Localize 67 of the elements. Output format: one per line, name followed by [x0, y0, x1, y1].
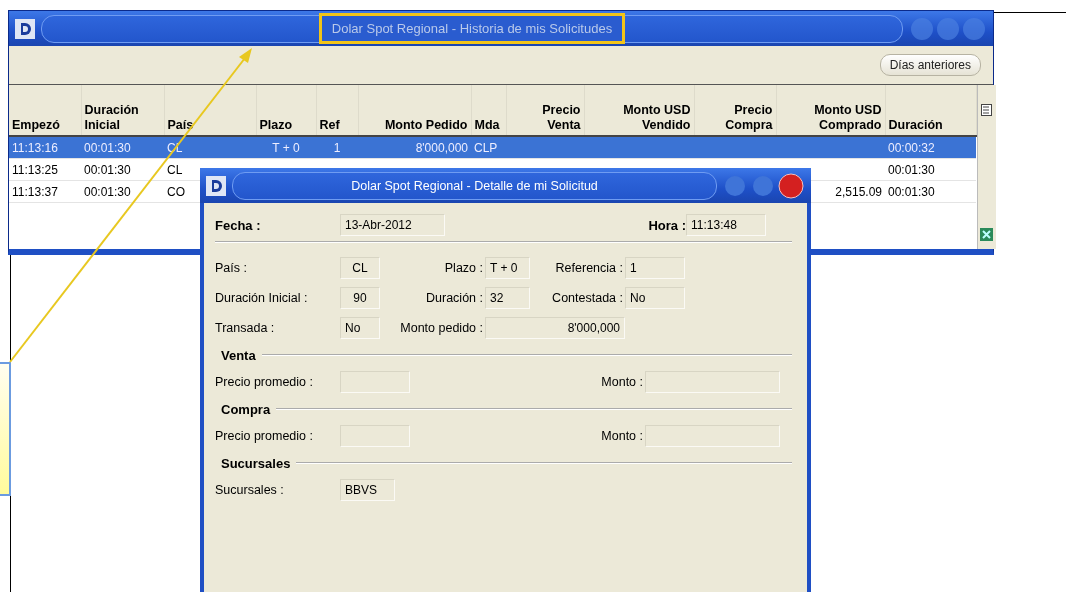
field-label: Monto pedido : — [399, 321, 484, 335]
value-field: 32 — [485, 287, 530, 309]
column-header[interactable]: Mda — [471, 85, 506, 136]
table-cell: 00:01:30 — [84, 140, 131, 155]
field-label: Contestada : — [551, 291, 624, 305]
field-label: Monto : — [600, 429, 644, 443]
field-label: Sucursales : — [215, 483, 285, 497]
table-cell: 00:01:30 — [888, 162, 935, 177]
field-label: Precio promedio : — [215, 429, 314, 443]
value-field: 1 — [625, 257, 685, 279]
column-header[interactable]: Plazo — [256, 85, 316, 136]
value-field: No — [340, 317, 380, 339]
field-label: Referencia : — [554, 261, 624, 275]
table-cell: 00:00:32 — [888, 140, 935, 155]
table-cell: 00:01:30 — [888, 184, 935, 199]
column-header[interactable]: Monto USD Comprado — [776, 85, 885, 136]
value-field: No — [625, 287, 685, 309]
table-cell: 00:01:30 — [84, 184, 131, 199]
date-field: 13-Abr-2012 — [340, 214, 445, 236]
value-field: 90 — [340, 287, 380, 309]
table-cell: T + 0 — [272, 140, 300, 155]
table-cell: 00:01:30 — [84, 162, 131, 177]
column-header[interactable]: Precio Venta — [506, 85, 584, 136]
table-cell: 1 — [333, 140, 341, 155]
field-label: Transada : — [215, 321, 276, 335]
column-header[interactable]: Monto USD Vendido — [584, 85, 694, 136]
column-header[interactable]: Empezó — [9, 85, 81, 136]
field-label: Monto : — [600, 375, 644, 389]
table-cell: 11:13:25 — [12, 162, 58, 177]
section-title: Compra — [220, 401, 271, 417]
field-label: Fecha : — [215, 217, 262, 233]
column-header[interactable]: Precio Compra — [694, 85, 776, 136]
value-field: CL — [340, 257, 380, 279]
column-header[interactable]: Duración Inicial — [81, 85, 164, 136]
previous-days-button[interactable]: Días anteriores — [879, 54, 981, 76]
table-cell: 11:13:37 — [12, 184, 58, 199]
value-field — [340, 371, 410, 393]
section-title: Sucursales — [220, 455, 291, 471]
table-cell: CLP — [474, 140, 498, 155]
field-label: Duración Inicial : — [215, 291, 309, 305]
field-label: País : — [215, 261, 248, 275]
value-field — [340, 425, 410, 447]
section-title: Venta — [220, 347, 256, 363]
column-header[interactable]: País — [164, 85, 256, 136]
column-header[interactable]: Monto Pedido — [358, 85, 471, 136]
field-label: Plazo : — [443, 261, 484, 275]
app-logo-icon — [206, 175, 226, 196]
field-label: Hora : — [647, 217, 686, 233]
table-cell: CO — [167, 184, 185, 199]
column-header[interactable]: Ref — [316, 85, 358, 136]
window-controls-icon[interactable] — [723, 171, 805, 200]
value-field: BBVS — [340, 479, 395, 501]
field-label: Precio promedio : — [215, 375, 314, 389]
app-logo-icon — [15, 18, 35, 39]
table-cell: 2,515.09 — [835, 184, 882, 199]
table-cell: 11:13:16 — [12, 140, 58, 155]
table-cell: 8'000,000 — [415, 140, 468, 155]
column-header[interactable]: Duración — [885, 85, 976, 136]
value-field: 8'000,000 — [485, 317, 625, 339]
window-title: Dolar Spot Regional - Detalle de mi Solicitud — [351, 178, 598, 193]
table-cell: CL — [167, 162, 183, 177]
time-field: 11:13:48 — [686, 214, 766, 236]
value-field: T + 0 — [485, 257, 530, 279]
window-title: Dolar Spot Regional - Historia de mis Solicitudes — [318, 13, 626, 44]
spreadsheet-export-icon[interactable] — [980, 228, 993, 241]
field-label: Duración : — [425, 291, 484, 305]
column-chooser-icon[interactable] — [980, 104, 993, 116]
